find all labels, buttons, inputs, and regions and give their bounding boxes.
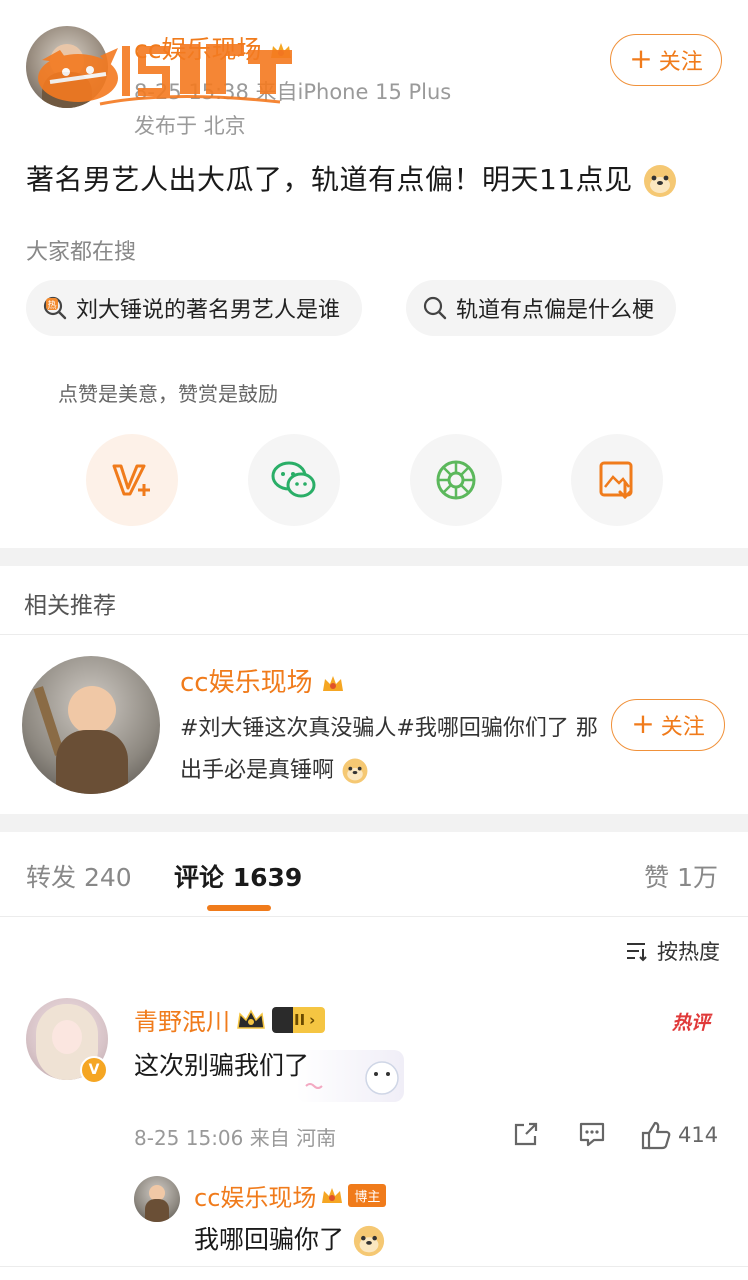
reply-avatar[interactable]: [134, 1176, 180, 1222]
divider: [0, 1266, 748, 1267]
comment-icon: [579, 1122, 605, 1147]
divider: [0, 634, 748, 635]
doge-emoji-icon: [342, 758, 368, 784]
vip-crown-icon: [237, 1008, 265, 1029]
crown-icon: [322, 675, 343, 691]
reply-text-content: 我哪回骗你了: [194, 1225, 345, 1254]
hot-search-icon: 热: [43, 296, 67, 320]
related-follow-button[interactable]: + 关注: [611, 699, 725, 751]
commenter-name[interactable]: 青野泯川 II ›: [134, 1002, 326, 1037]
reply-username[interactable]: cc娱乐现场 博主: [194, 1178, 387, 1213]
chevron-right-icon: ›: [309, 1010, 316, 1029]
section-divider: [0, 814, 748, 832]
reward-button[interactable]: [86, 434, 178, 526]
post-text-content: 著名男艺人出大瓜了，轨道有点偏！明天11点见: [26, 163, 633, 196]
related-username[interactable]: cc娱乐现场: [180, 662, 345, 699]
plus-icon: +: [629, 42, 653, 75]
hot-comment-tag: 热评: [672, 1012, 711, 1034]
reply-username-text: cc娱乐现场: [194, 1184, 317, 1212]
hot-search-chip-1[interactable]: 热 刘大锤说的著名男艺人是谁: [26, 280, 363, 336]
search-hint: 大家都在搜: [26, 240, 137, 265]
sort-label: 按热度: [657, 940, 720, 964]
reward-v-icon: [112, 464, 150, 496]
search-icon: [423, 296, 447, 320]
tab-repost[interactable]: 转发 240: [26, 858, 132, 894]
sort-toggle[interactable]: 按热度: [625, 936, 720, 966]
divider: [0, 916, 748, 917]
related-title: 相关推荐: [24, 593, 116, 619]
follow-button[interactable]: + 关注: [610, 34, 722, 86]
watermark-logo: [38, 44, 292, 106]
related-description: #刘大锤这次真没骗人#我哪回骗你们了 那出手必是真锤啊: [180, 708, 600, 792]
comment-text: 这次别骗我们了: [134, 1051, 310, 1080]
commenter-name-text: 青野泯川: [134, 1008, 230, 1036]
share-wechat-button[interactable]: [248, 434, 340, 526]
comment-meta: 8-25 15:06 来自 河南: [134, 1126, 337, 1150]
share-icon: [514, 1122, 538, 1146]
chip-label: 刘大锤说的著名男艺人是谁: [76, 298, 341, 323]
wechat-icon: [271, 461, 316, 498]
tab-active-indicator: [207, 905, 271, 911]
hot-search-chip-2[interactable]: 轨道有点偏是什么梗: [406, 280, 677, 336]
svg-text:热: 热: [47, 299, 56, 311]
verified-badge-icon: V: [80, 1056, 108, 1084]
level-badge: II ›: [272, 1006, 326, 1033]
follow-label: 关注: [660, 715, 705, 740]
tab-like[interactable]: 赞 1万: [644, 858, 718, 894]
like-count: 414: [678, 1123, 719, 1147]
crown-icon: [322, 1187, 343, 1203]
related-description-text: #刘大锤这次真没骗人#我哪回骗你们了 那出手必是真锤啊: [180, 716, 598, 783]
thumbs-up-icon: [641, 1121, 671, 1150]
post-location: 发布于 北京: [134, 114, 246, 138]
moments-icon: [436, 460, 476, 500]
follow-label: 关注: [658, 50, 703, 75]
save-image-icon: [599, 461, 633, 500]
reward-tip: 点赞是美意，赞赏是鼓励: [58, 382, 278, 406]
doge-emoji-icon: [644, 165, 677, 197]
section-divider: [0, 548, 748, 566]
tab-comment[interactable]: 评论 1639: [174, 858, 302, 894]
doge-emoji-icon: [353, 1225, 385, 1257]
plus-icon: +: [631, 707, 655, 740]
reply-comment-button[interactable]: [578, 1120, 606, 1148]
save-image-button[interactable]: [571, 434, 663, 526]
reply-text: 我哪回骗你了: [194, 1220, 386, 1258]
share-comment-button[interactable]: [512, 1120, 540, 1148]
post-text: 著名男艺人出大瓜了，轨道有点偏！明天11点见: [26, 158, 678, 199]
related-username-text: cc娱乐现场: [180, 668, 313, 698]
sort-icon: [627, 943, 647, 962]
like-comment-button[interactable]: 414: [640, 1120, 718, 1150]
related-avatar[interactable]: [22, 656, 160, 794]
level-text: II: [294, 1010, 306, 1029]
sticker-decoration: [296, 1050, 404, 1102]
chip-label: 轨道有点偏是什么梗: [456, 298, 655, 323]
share-moments-button[interactable]: [410, 434, 502, 526]
author-badge: 博主: [348, 1184, 387, 1207]
